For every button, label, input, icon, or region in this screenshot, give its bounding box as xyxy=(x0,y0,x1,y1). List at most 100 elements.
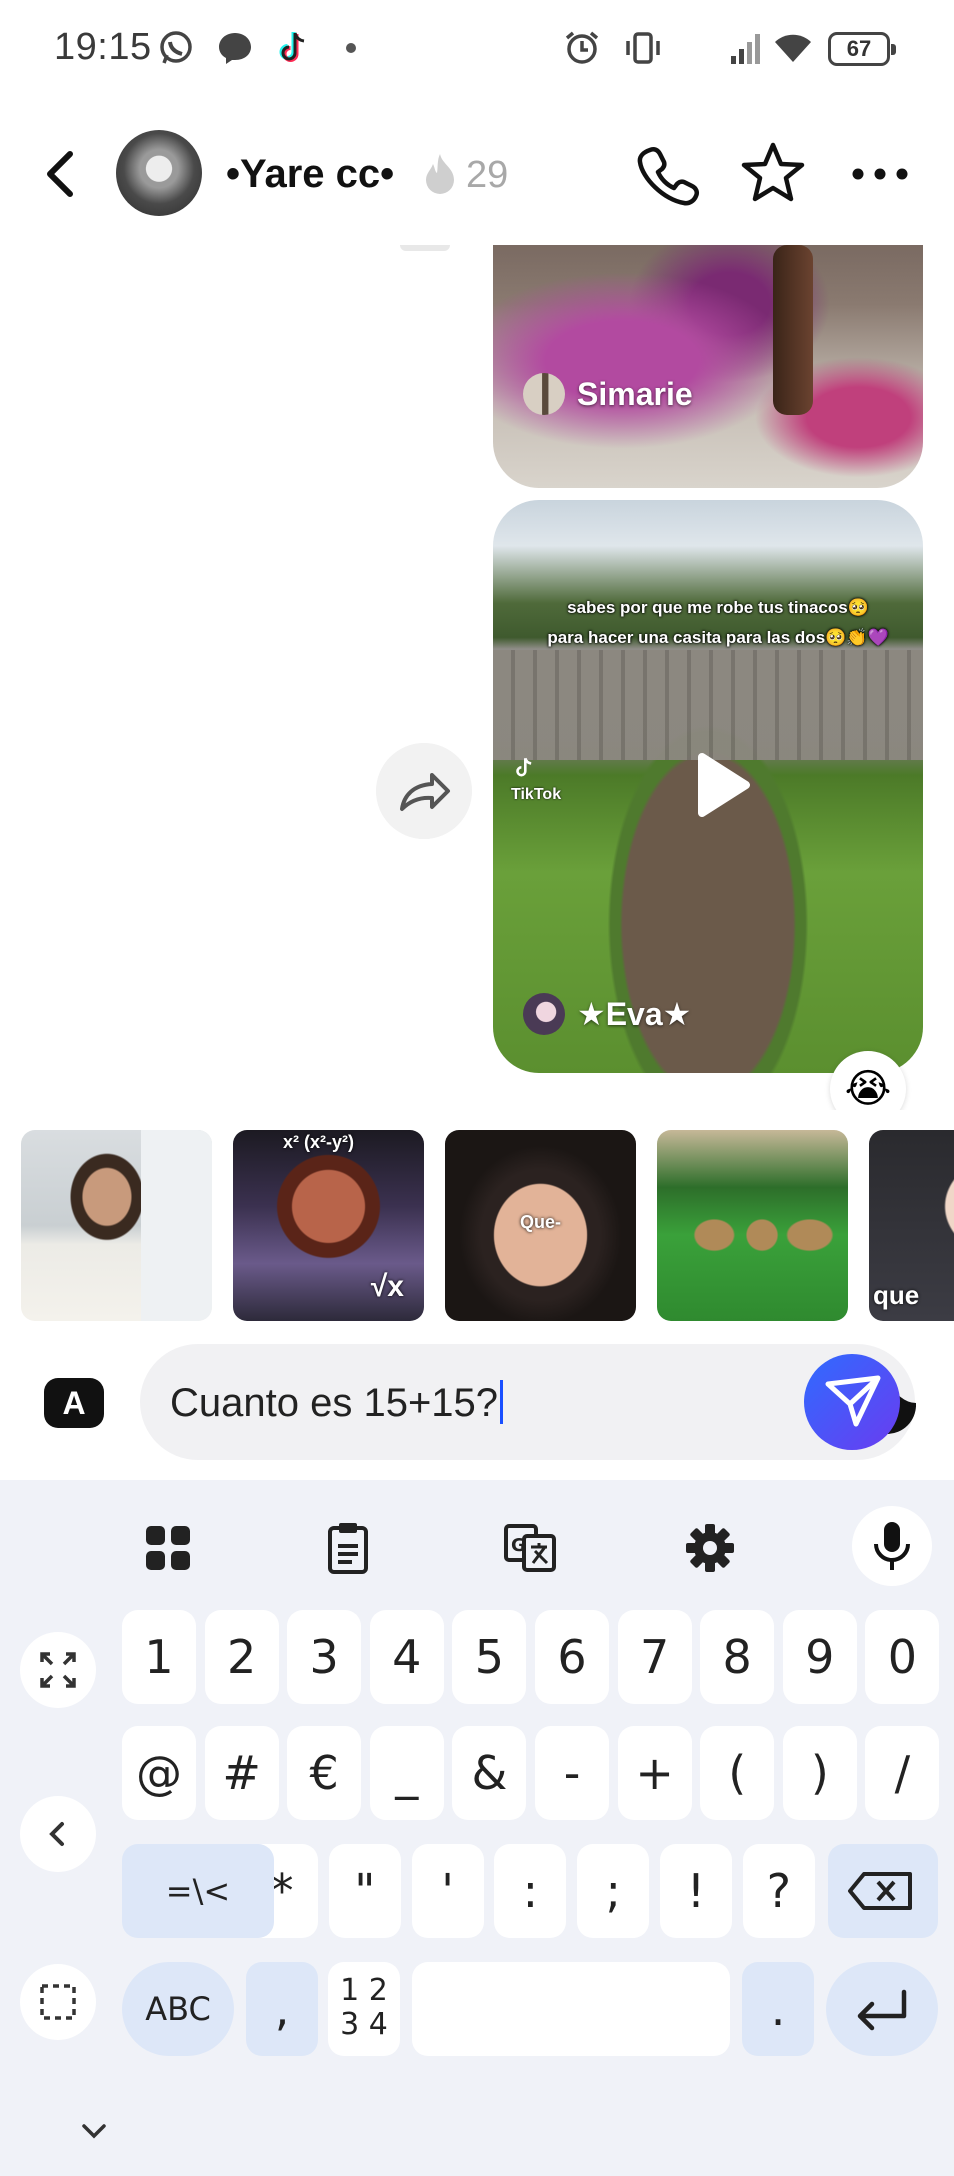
collapse-panel-button[interactable] xyxy=(20,1796,96,1872)
author-name: Simarie xyxy=(577,375,693,412)
clipboard-icon[interactable] xyxy=(318,1518,378,1578)
chevron-left-icon xyxy=(49,1822,64,1846)
abc-key[interactable]: ABC xyxy=(122,1962,234,2056)
key-7[interactable]: ( xyxy=(700,1726,775,1820)
key-2[interactable]: € xyxy=(287,1726,362,1820)
share-button[interactable] xyxy=(376,743,472,839)
voice-input-button[interactable] xyxy=(852,1506,932,1586)
author-name: ★Eva★ xyxy=(577,996,692,1032)
vibrate-icon xyxy=(626,32,660,64)
video-overlay-text: sabes por que me robe tus tinacos🥺 xyxy=(567,598,869,617)
video-author[interactable]: Simarie xyxy=(523,373,693,415)
key-1[interactable]: # xyxy=(204,1726,279,1820)
key-8[interactable]: ) xyxy=(782,1726,857,1820)
play-icon[interactable] xyxy=(678,745,758,825)
key-2[interactable]: " xyxy=(328,1844,401,1938)
gif-caption: Que- xyxy=(519,1212,561,1232)
apps-grid-icon[interactable] xyxy=(138,1518,198,1578)
gif-suggestion-strip[interactable]: x² (x²-y²) √x Que- que xyxy=(0,1130,954,1322)
key-7[interactable]: ? xyxy=(742,1844,815,1938)
video-thumbnail-fence xyxy=(493,650,923,760)
select-mode-button[interactable] xyxy=(20,1964,96,2040)
gif-math-overlay: x² (x²-y²) xyxy=(283,1132,354,1152)
key-2[interactable]: 3 xyxy=(287,1610,362,1704)
message-text-value: Cuanto es 15+15? xyxy=(170,1381,499,1425)
key-0[interactable]: 1 xyxy=(122,1610,196,1704)
streak-count: 29 xyxy=(466,154,509,196)
gif-thumbnail[interactable]: que xyxy=(869,1130,954,1321)
key-9[interactable]: / xyxy=(865,1726,940,1820)
send-icon xyxy=(825,1375,881,1427)
contact-avatar[interactable] xyxy=(116,130,202,216)
key-3[interactable]: 4 xyxy=(369,1610,444,1704)
key-3[interactable]: _ xyxy=(369,1726,444,1820)
chat-screen: 19:15 67 •Yare cc• 29 Simarie sabes por … xyxy=(0,0,954,2176)
enter-icon xyxy=(857,1989,907,2031)
streak-fire-icon xyxy=(426,154,454,194)
author-avatar xyxy=(523,373,565,415)
settings-gear-icon[interactable] xyxy=(680,1518,740,1578)
phone-call-button[interactable] xyxy=(636,142,700,206)
message-input[interactable]: Cuanto es 15+15? xyxy=(140,1344,917,1460)
back-button[interactable] xyxy=(34,142,90,206)
contact-name[interactable]: •Yare cc• xyxy=(226,152,394,197)
key-6[interactable]: + xyxy=(617,1726,692,1820)
alarm-icon xyxy=(565,31,599,64)
message-list[interactable]: Simarie sabes por que me robe tus tinaco… xyxy=(0,245,954,1110)
send-button[interactable] xyxy=(804,1354,900,1450)
gif-thumbnail[interactable] xyxy=(657,1130,848,1321)
key-3[interactable]: ' xyxy=(411,1844,484,1938)
comma-key[interactable]: , xyxy=(246,1962,318,2056)
gif-background xyxy=(141,1130,212,1321)
more-symbols-key[interactable]: =\< xyxy=(122,1844,274,1938)
gif-thumbnail[interactable] xyxy=(21,1130,212,1321)
backspace-icon xyxy=(848,1872,912,1910)
key-5[interactable]: ; xyxy=(577,1844,650,1938)
key-7[interactable]: 8 xyxy=(700,1610,775,1704)
microphone-icon xyxy=(874,1522,910,1570)
gif-thumbnail[interactable]: x² (x²-y²) √x xyxy=(233,1130,424,1321)
messenger-icon xyxy=(219,33,251,64)
numpad-key-bottom: 3 4 xyxy=(340,2007,388,2042)
signal-icon xyxy=(731,34,760,64)
more-options-button[interactable] xyxy=(848,152,912,196)
video-author[interactable]: ★Eva★ xyxy=(523,993,691,1035)
tiktok-watermark: TikTok xyxy=(511,755,561,804)
backspace-key[interactable] xyxy=(828,1844,938,1938)
key-5[interactable]: 6 xyxy=(535,1610,609,1704)
tiktok-icon xyxy=(279,32,305,62)
message-composer: A Cuanto es 15+15? xyxy=(0,1340,954,1465)
svg-text:G: G xyxy=(511,1535,526,1556)
key-1[interactable]: 2 xyxy=(204,1610,279,1704)
period-key[interactable]: . xyxy=(742,1962,814,2056)
video-message[interactable]: sabes por que me robe tus tinacos🥺 para … xyxy=(493,500,923,1073)
message-input-text[interactable]: Cuanto es 15+15? xyxy=(170,1380,504,1426)
key-4[interactable]: & xyxy=(452,1726,527,1820)
key-8[interactable]: 9 xyxy=(782,1610,857,1704)
gif-thumbnail[interactable]: Que- xyxy=(445,1130,636,1321)
whatsapp-icon xyxy=(160,31,192,64)
hide-keyboard-chevron-icon[interactable] xyxy=(76,2116,112,2146)
text-style-button[interactable]: A xyxy=(44,1378,104,1428)
key-5[interactable]: - xyxy=(535,1726,609,1820)
key-6[interactable]: 7 xyxy=(617,1610,692,1704)
video-message[interactable]: Simarie xyxy=(493,245,923,488)
gif-math-overlay: √x xyxy=(370,1270,404,1303)
numpad-key[interactable]: 1 2 3 4 xyxy=(328,1962,400,2056)
text-caret xyxy=(500,1380,504,1424)
resize-keyboard-button[interactable] xyxy=(20,1632,96,1708)
key-0[interactable]: @ xyxy=(122,1726,196,1820)
star-button[interactable] xyxy=(740,140,806,206)
expand-arrows-icon xyxy=(40,1652,76,1688)
chat-header: •Yare cc• 29 xyxy=(0,112,954,236)
enter-key[interactable] xyxy=(826,1962,938,2056)
key-9[interactable]: 0 xyxy=(865,1610,940,1704)
scroll-edge xyxy=(400,245,450,251)
key-6[interactable]: ! xyxy=(660,1844,732,1938)
space-key[interactable] xyxy=(412,1962,730,2056)
key-4[interactable]: : xyxy=(494,1844,567,1938)
tiktok-label: TikTok xyxy=(511,786,562,803)
key-4[interactable]: 5 xyxy=(452,1610,527,1704)
gif-caption: que xyxy=(873,1280,920,1310)
translate-icon[interactable]: G xyxy=(500,1518,560,1578)
